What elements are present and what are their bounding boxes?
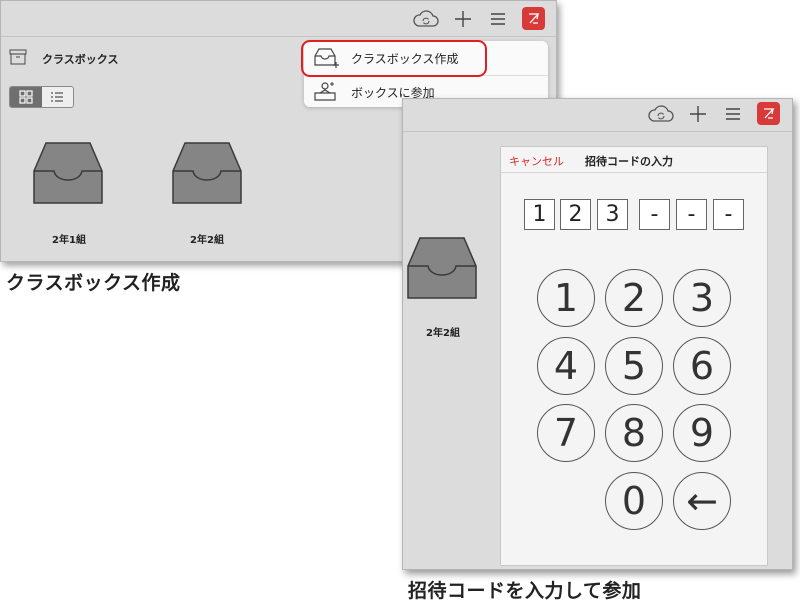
menu-icon[interactable] <box>722 103 744 125</box>
app-logo-icon[interactable] <box>757 102 780 125</box>
toolbar-divider <box>1 36 556 37</box>
grid-view-icon[interactable] <box>10 87 42 107</box>
box-label[interactable]: 2年2組 <box>167 231 247 246</box>
tray-icon[interactable] <box>406 236 478 304</box>
cloud-sync-icon[interactable] <box>412 8 440 30</box>
page-title: クラスボックス <box>42 53 119 66</box>
keypad-key-8[interactable]: 8 <box>605 404 663 462</box>
code-digit: - <box>713 199 744 230</box>
invite-code-sheet: キャンセル 招待コードの入力 1 2 3 - - - 1 2 3 4 5 6 7… <box>500 146 768 566</box>
app-logo-icon[interactable] <box>522 7 545 30</box>
code-digit: 2 <box>560 199 591 230</box>
keypad-key-2[interactable]: 2 <box>605 269 663 327</box>
cloud-sync-icon[interactable] <box>647 103 675 125</box>
add-icon[interactable] <box>452 8 474 30</box>
box-icon <box>9 49 27 65</box>
code-digit: 3 <box>597 199 628 230</box>
box-label[interactable]: 2年2組 <box>403 324 483 339</box>
highlight-frame <box>301 40 487 77</box>
caption-create: クラスボックス作成 <box>6 272 181 294</box>
keypad-key-0[interactable]: 0 <box>605 472 663 530</box>
tray-icon[interactable] <box>171 141 243 209</box>
view-toggle[interactable] <box>9 86 74 108</box>
keypad-key-9[interactable]: 9 <box>673 404 731 462</box>
add-icon[interactable] <box>687 103 709 125</box>
menu-icon[interactable] <box>487 8 509 30</box>
join-box-icon <box>314 81 338 105</box>
code-digit: - <box>676 199 707 230</box>
join-window: 2年2組 キャンセル 招待コードの入力 1 2 3 - - - 1 2 3 4 … <box>402 98 793 570</box>
keypad-key-6[interactable]: 6 <box>673 337 731 395</box>
tray-icon[interactable] <box>32 141 104 209</box>
list-view-icon[interactable] <box>42 87 74 107</box>
keypad-key-7[interactable]: 7 <box>537 404 595 462</box>
box-label[interactable]: 2年1組 <box>29 231 109 246</box>
sheet-header: キャンセル 招待コードの入力 <box>501 147 767 173</box>
keypad-key-5[interactable]: 5 <box>605 337 663 395</box>
backspace-key[interactable]: ← <box>673 472 731 530</box>
keypad-key-1[interactable]: 1 <box>537 269 595 327</box>
caption-join: 招待コードを入力して参加 <box>408 580 642 602</box>
code-digit: - <box>639 199 670 230</box>
keypad-key-4[interactable]: 4 <box>537 337 595 395</box>
keypad-key-3[interactable]: 3 <box>673 269 731 327</box>
sheet-title: 招待コードの入力 <box>585 155 673 168</box>
toolbar-divider <box>403 131 792 132</box>
cancel-button[interactable]: キャンセル <box>509 153 564 169</box>
code-digit: 1 <box>524 199 555 230</box>
